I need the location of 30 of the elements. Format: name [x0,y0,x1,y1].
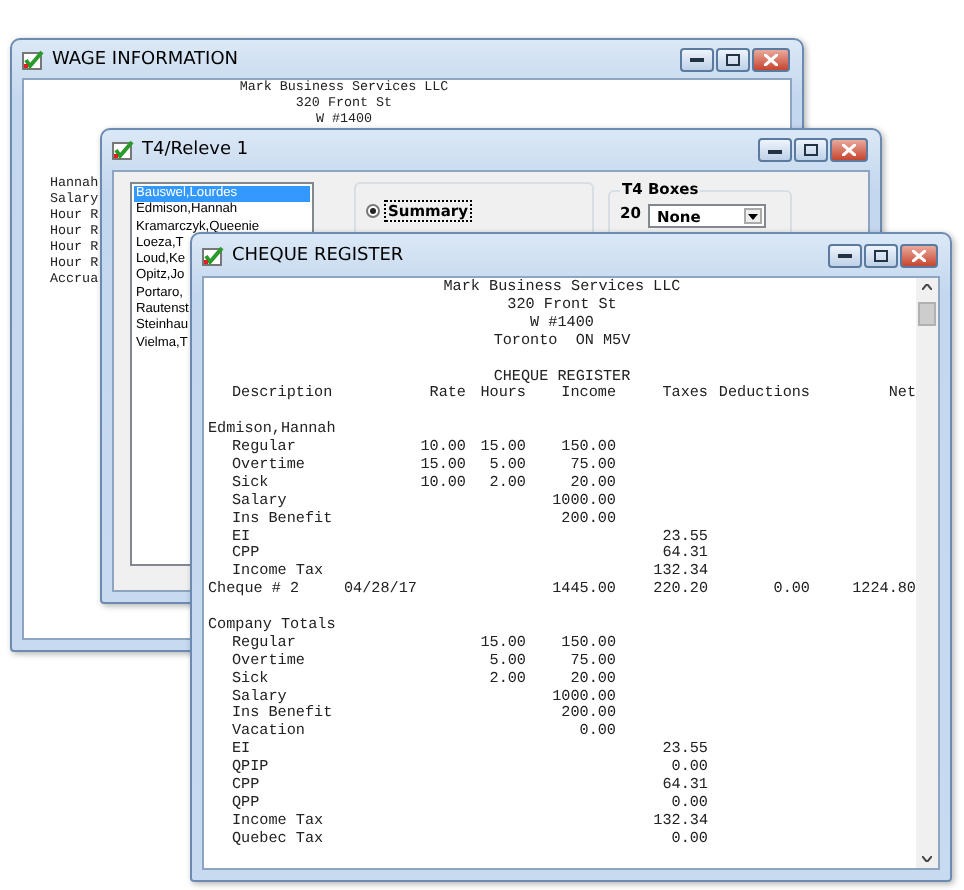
checklist-icon [22,49,44,69]
scroll-down-icon[interactable] [922,856,932,862]
minimize-icon [838,252,852,258]
close-icon [912,249,926,261]
scrollbar[interactable] [916,278,938,868]
close-icon [842,144,856,156]
minimize-button[interactable] [680,47,714,71]
maximize-button[interactable] [794,138,828,162]
minimize-icon [690,56,704,62]
caret-icon [748,213,759,219]
scroll-up-icon[interactable] [922,284,932,290]
close-button[interactable] [752,47,790,71]
window-title: CHEQUE REGISTER [232,245,406,265]
minimize-button[interactable] [758,138,792,162]
maximize-icon [874,249,888,261]
radio-button[interactable] [366,204,380,218]
scroll-thumb[interactable] [918,302,936,326]
minimize-icon [768,147,782,153]
checklist-icon [202,245,224,265]
window-title: WAGE INFORMATION [52,49,241,69]
maximize-button[interactable] [716,47,750,71]
minimize-button[interactable] [828,243,862,267]
maximize-button[interactable] [864,243,898,267]
maximize-icon [804,144,818,156]
close-button[interactable] [830,138,868,162]
close-icon [764,53,778,65]
window-title: T4/Releve 1 [142,140,251,160]
close-button[interactable] [900,243,938,267]
maximize-icon [726,53,740,65]
checklist-icon [112,140,134,160]
